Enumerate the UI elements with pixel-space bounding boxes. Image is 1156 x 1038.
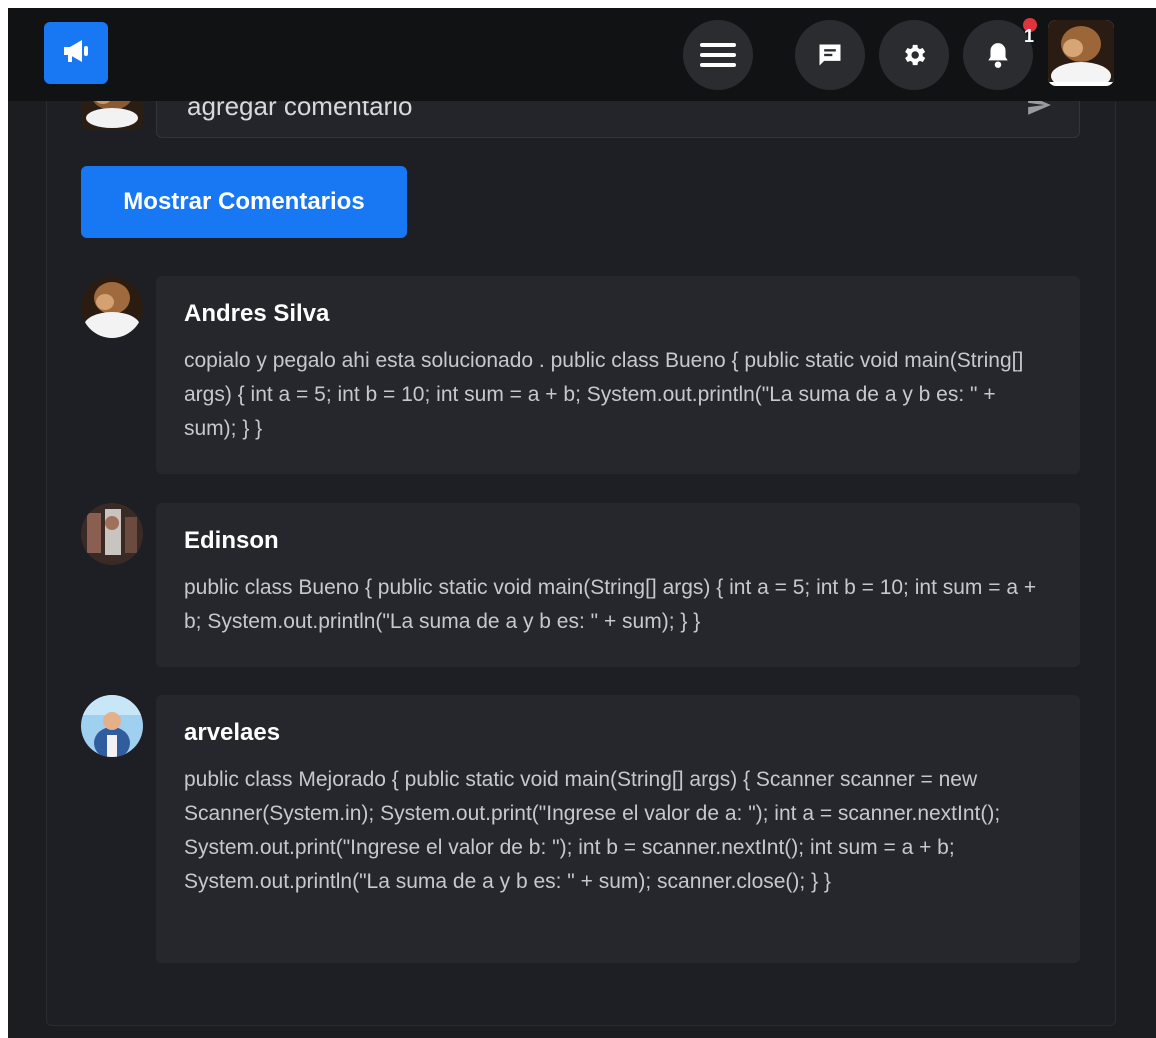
home-logo-button[interactable]: [44, 22, 108, 84]
comment-card: Andres Silva copialo y pegalo ahi esta s…: [156, 276, 1080, 474]
comment-card: arvelaes public class Mejorado { public …: [156, 695, 1080, 963]
comment-avatar[interactable]: [81, 276, 143, 338]
gear-icon: [900, 41, 928, 69]
app-frame: agregar comentario Mostrar Comentarios A…: [8, 8, 1156, 1038]
menu-icon: [700, 41, 736, 69]
comment-text: copialo y pegalo ahi esta solucionado . …: [184, 349, 1024, 440]
comment-author[interactable]: Andres Silva: [184, 300, 1052, 328]
comment-text: public class Bueno { public static void …: [184, 576, 1037, 633]
megaphone-icon: [61, 38, 91, 69]
bell-icon: [985, 41, 1011, 69]
show-comments-button[interactable]: Mostrar Comentarios: [81, 166, 407, 238]
comment-avatar[interactable]: [81, 695, 143, 757]
comment-avatar[interactable]: [81, 503, 143, 565]
notification-count: 1: [1024, 26, 1035, 46]
comment-text: public class Mejorado { public static vo…: [184, 768, 1001, 893]
notifications-button[interactable]: [963, 20, 1033, 90]
show-comments-label: Mostrar Comentarios: [123, 188, 365, 215]
messages-button[interactable]: [795, 20, 865, 90]
menu-button[interactable]: [683, 20, 753, 90]
top-navbar: 1: [8, 8, 1156, 101]
chat-icon: [816, 41, 844, 69]
profile-avatar[interactable]: [1048, 20, 1114, 86]
settings-button[interactable]: [879, 20, 949, 90]
comment-author[interactable]: arvelaes: [184, 719, 1052, 747]
comment-author[interactable]: Edinson: [184, 527, 1052, 555]
comment-card: Edinson public class Bueno { public stat…: [156, 503, 1080, 667]
